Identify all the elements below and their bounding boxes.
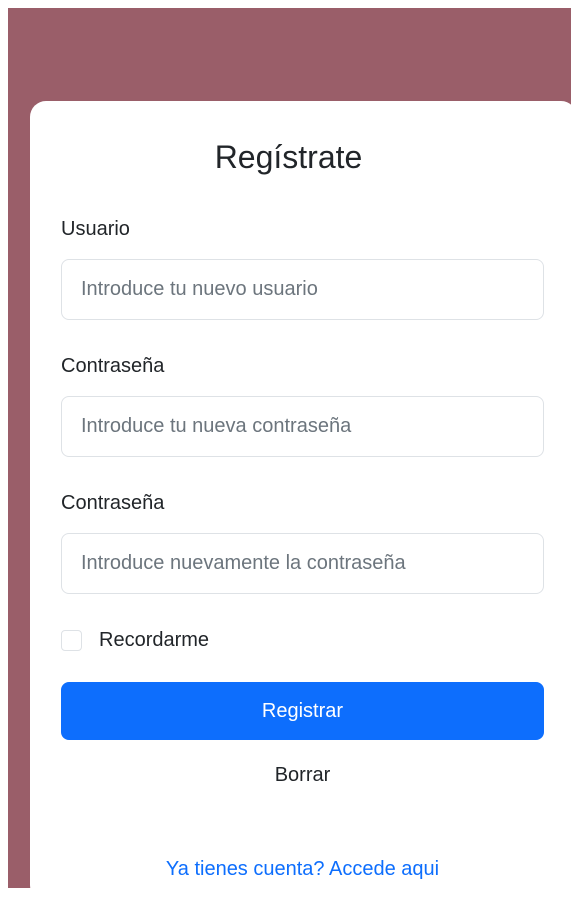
login-link[interactable]: Ya tienes cuenta? Accede aqui [61,858,544,888]
register-button[interactable]: Registrar [61,682,544,740]
password-input[interactable] [61,396,544,457]
password-confirm-label: Contraseña [61,492,165,514]
clear-button[interactable]: Borrar [61,760,544,790]
password-confirm-input[interactable] [61,533,544,594]
remember-me-label[interactable]: Recordarme [99,628,209,652]
password-label: Contraseña [61,355,165,377]
username-label: Usuario [61,218,130,240]
remember-me-checkbox[interactable] [61,629,82,651]
remember-me-row[interactable]: Recordarme [61,627,209,653]
page-title: Regístrate [214,139,363,175]
username-input[interactable] [61,259,544,320]
register-card: Regístrate Usuario Contraseña Contraseña… [30,101,577,901]
